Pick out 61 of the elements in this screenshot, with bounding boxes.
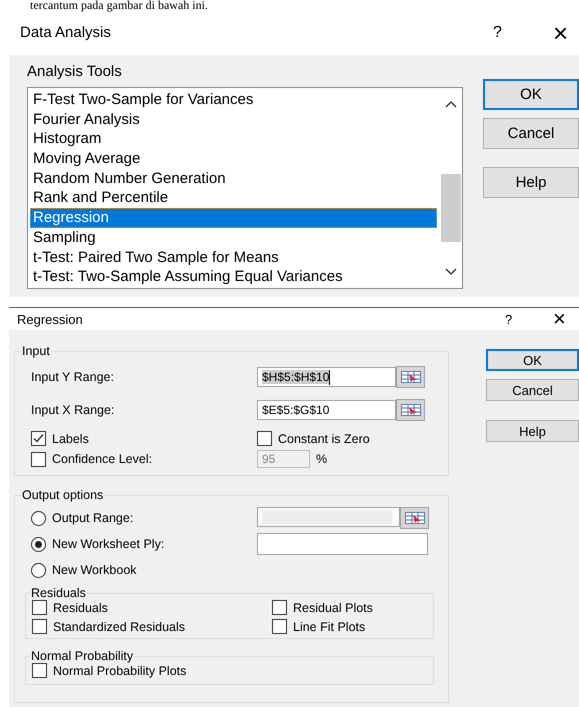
dialog-button[interactable]: OK bbox=[486, 349, 579, 371]
field-label: Input X Range: bbox=[31, 403, 116, 417]
range-picker-icon[interactable] bbox=[400, 507, 429, 529]
list-item[interactable]: Random Number Generation bbox=[30, 168, 437, 188]
dialog-button[interactable]: Cancel bbox=[486, 379, 579, 401]
dialog-button[interactable]: OK bbox=[483, 79, 579, 110]
range-picker-icon[interactable] bbox=[396, 366, 425, 388]
dialog-button[interactable]: Cancel bbox=[483, 118, 579, 149]
checkbox[interactable] bbox=[31, 431, 46, 446]
list-item[interactable]: Fourier Analysis bbox=[30, 110, 437, 130]
checkbox[interactable] bbox=[32, 619, 47, 634]
checkbox-label: Confidence Level: bbox=[52, 452, 152, 466]
radio-label: New Workbook bbox=[52, 563, 137, 577]
checkbox-label: Normal Probability Plots bbox=[53, 664, 186, 678]
range-field[interactable]: $E$5:$G$10 bbox=[257, 400, 396, 420]
field-label: Input Y Range: bbox=[31, 370, 115, 384]
range-field[interactable]: $H$5:$H$10 bbox=[257, 367, 396, 387]
radio-button[interactable] bbox=[31, 536, 46, 552]
list-item[interactable]: t-Test: Paired Two Sample for Means bbox=[30, 248, 437, 268]
list-item[interactable]: Rank and Percentile bbox=[30, 188, 437, 208]
text-field[interactable] bbox=[257, 533, 428, 555]
radio-label: New Worksheet Ply: bbox=[52, 537, 164, 551]
window-title: Regression bbox=[16, 312, 84, 326]
range-picker-icon[interactable] bbox=[396, 399, 425, 421]
checkbox[interactable] bbox=[31, 452, 46, 466]
list-item[interactable]: Regression bbox=[30, 208, 437, 228]
dialog-button[interactable]: Help bbox=[483, 167, 579, 198]
checkbox[interactable] bbox=[272, 619, 287, 634]
radio-button[interactable] bbox=[31, 562, 46, 578]
checkbox-label: Constant is Zero bbox=[278, 432, 370, 446]
checkbox-label: Line Fit Plots bbox=[293, 620, 366, 634]
radio-label: Output Range: bbox=[52, 511, 134, 525]
window-title: Data Analysis bbox=[19, 24, 112, 41]
list-item[interactable]: Sampling bbox=[30, 228, 437, 248]
help-button[interactable]: ? bbox=[505, 312, 525, 326]
list-label: Analysis Tools bbox=[27, 63, 123, 82]
group-label: Input bbox=[21, 344, 51, 358]
group-label: Normal Probability bbox=[30, 649, 134, 663]
list-item[interactable]: F-Test Two-Sample for Variances bbox=[30, 90, 437, 110]
scrollbar-thumb[interactable] bbox=[440, 174, 460, 242]
checkbox[interactable] bbox=[32, 663, 47, 678]
percent-label: % bbox=[316, 452, 328, 466]
checkbox[interactable] bbox=[32, 600, 47, 615]
group-label: Residuals bbox=[30, 586, 87, 600]
list-item[interactable]: Moving Average bbox=[30, 149, 437, 169]
list-item[interactable]: Histogram bbox=[30, 129, 437, 150]
list-item[interactable]: t-Test: Two-Sample Assuming Equal Variances bbox=[30, 267, 437, 287]
dialog-button[interactable]: Help bbox=[486, 420, 579, 442]
caption-text: tercantum pada gambar di bawah ini. bbox=[29, 0, 209, 10]
group-label: Output options bbox=[21, 488, 104, 502]
range-field[interactable] bbox=[257, 507, 400, 527]
radio-button[interactable] bbox=[31, 510, 46, 526]
checkbox[interactable] bbox=[272, 600, 287, 615]
checkbox-label: Residuals bbox=[53, 600, 108, 614]
checkbox-label: Standardized Residuals bbox=[53, 620, 186, 634]
help-button[interactable]: ? bbox=[493, 24, 513, 42]
checkbox[interactable] bbox=[257, 431, 272, 446]
checkbox-label: Labels bbox=[52, 432, 89, 446]
close-button[interactable]: × bbox=[553, 308, 579, 330]
checkbox-label: Residual Plots bbox=[293, 600, 373, 614]
close-button[interactable]: × bbox=[553, 20, 579, 46]
